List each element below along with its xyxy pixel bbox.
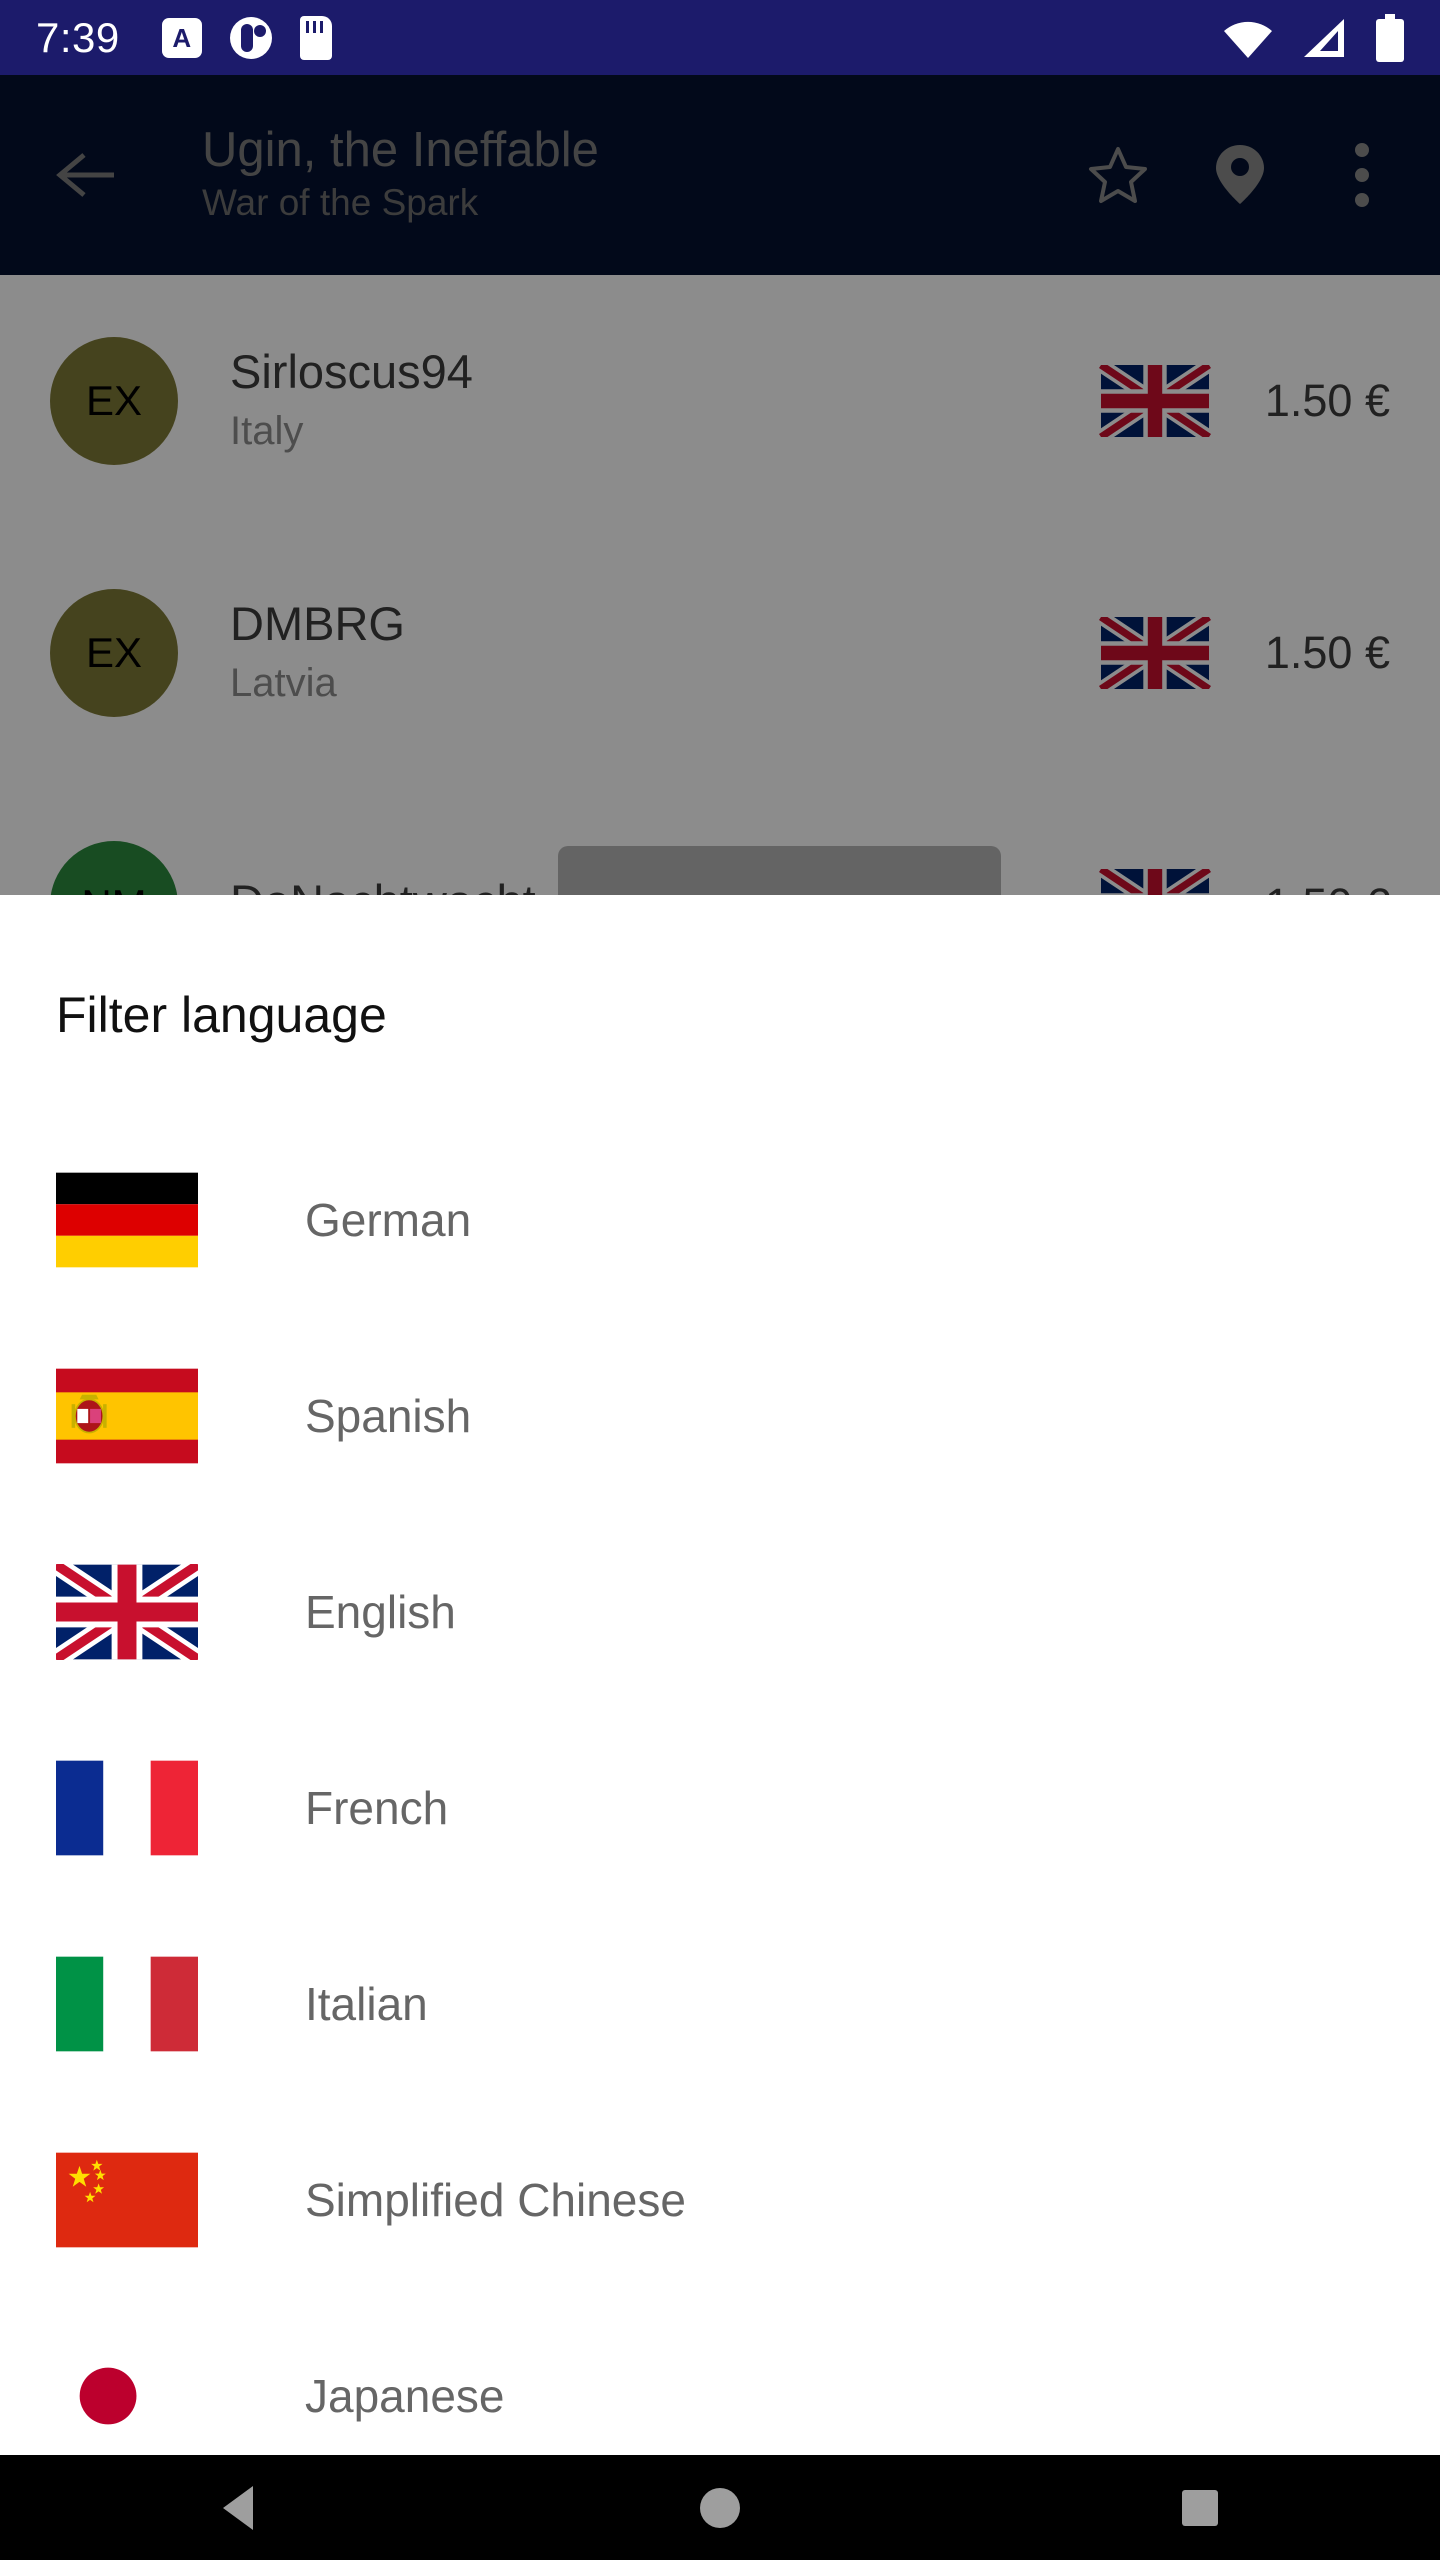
nav-home-button[interactable] (635, 2455, 805, 2560)
list-item[interactable]: German (0, 1122, 1440, 1318)
italy-flag-icon (56, 1956, 198, 2052)
nav-back-button[interactable] (155, 2455, 325, 2560)
nav-home-circle-icon (700, 2487, 740, 2528)
nav-recents-square-icon (1182, 2489, 1218, 2526)
list-item[interactable]: Italian (0, 1906, 1440, 2102)
list-item[interactable]: Spanish (0, 1318, 1440, 1514)
status-bar: 7:39 A (0, 0, 1440, 75)
status-bar-system-icons (1222, 13, 1406, 62)
language-label: Japanese (305, 2370, 505, 2422)
list-item[interactable]: Simplified Chinese (0, 2102, 1440, 2298)
status-bar-clock: 7:39 (36, 13, 120, 61)
uk-flag-icon (56, 1564, 198, 1660)
china-flag-icon (56, 2152, 198, 2248)
japan-flag-icon (56, 2348, 198, 2444)
modal-scrim[interactable] (0, 75, 1440, 895)
nav-back-triangle-icon (223, 2485, 253, 2530)
language-label: German (305, 1194, 472, 1246)
list-item[interactable]: English (0, 1514, 1440, 1710)
language-list: German Spanish English French Italian Si… (0, 1122, 1440, 2455)
screen: 7:39 A Ugin, the Ineffable War of the Sp… (0, 0, 1440, 2560)
bottom-sheet-title: Filter language (56, 987, 387, 1043)
battery-icon (1376, 13, 1404, 62)
language-label: Italian (305, 1978, 428, 2030)
status-bar-notification-icons: A (161, 15, 332, 60)
spain-flag-icon (56, 1368, 198, 1464)
filter-language-bottom-sheet: Filter language German Spanish English F… (0, 895, 1440, 2455)
android-navigation-bar (0, 2455, 1440, 2560)
list-item[interactable]: French (0, 1710, 1440, 1906)
germany-flag-icon (56, 1172, 198, 1268)
circle-avatar-icon (229, 16, 272, 59)
language-label: English (305, 1586, 456, 1638)
nav-recents-button[interactable] (1115, 2455, 1285, 2560)
language-label: French (305, 1782, 449, 1834)
wifi-icon (1224, 21, 1272, 58)
sim-card-icon (299, 15, 332, 60)
list-item[interactable]: Japanese (0, 2298, 1440, 2455)
language-label: Simplified Chinese (305, 2174, 686, 2226)
cellular-signal-icon (1304, 18, 1344, 57)
language-label: Spanish (305, 1390, 472, 1442)
france-flag-icon (56, 1760, 198, 1856)
app-badge-a-icon: A (161, 17, 202, 58)
